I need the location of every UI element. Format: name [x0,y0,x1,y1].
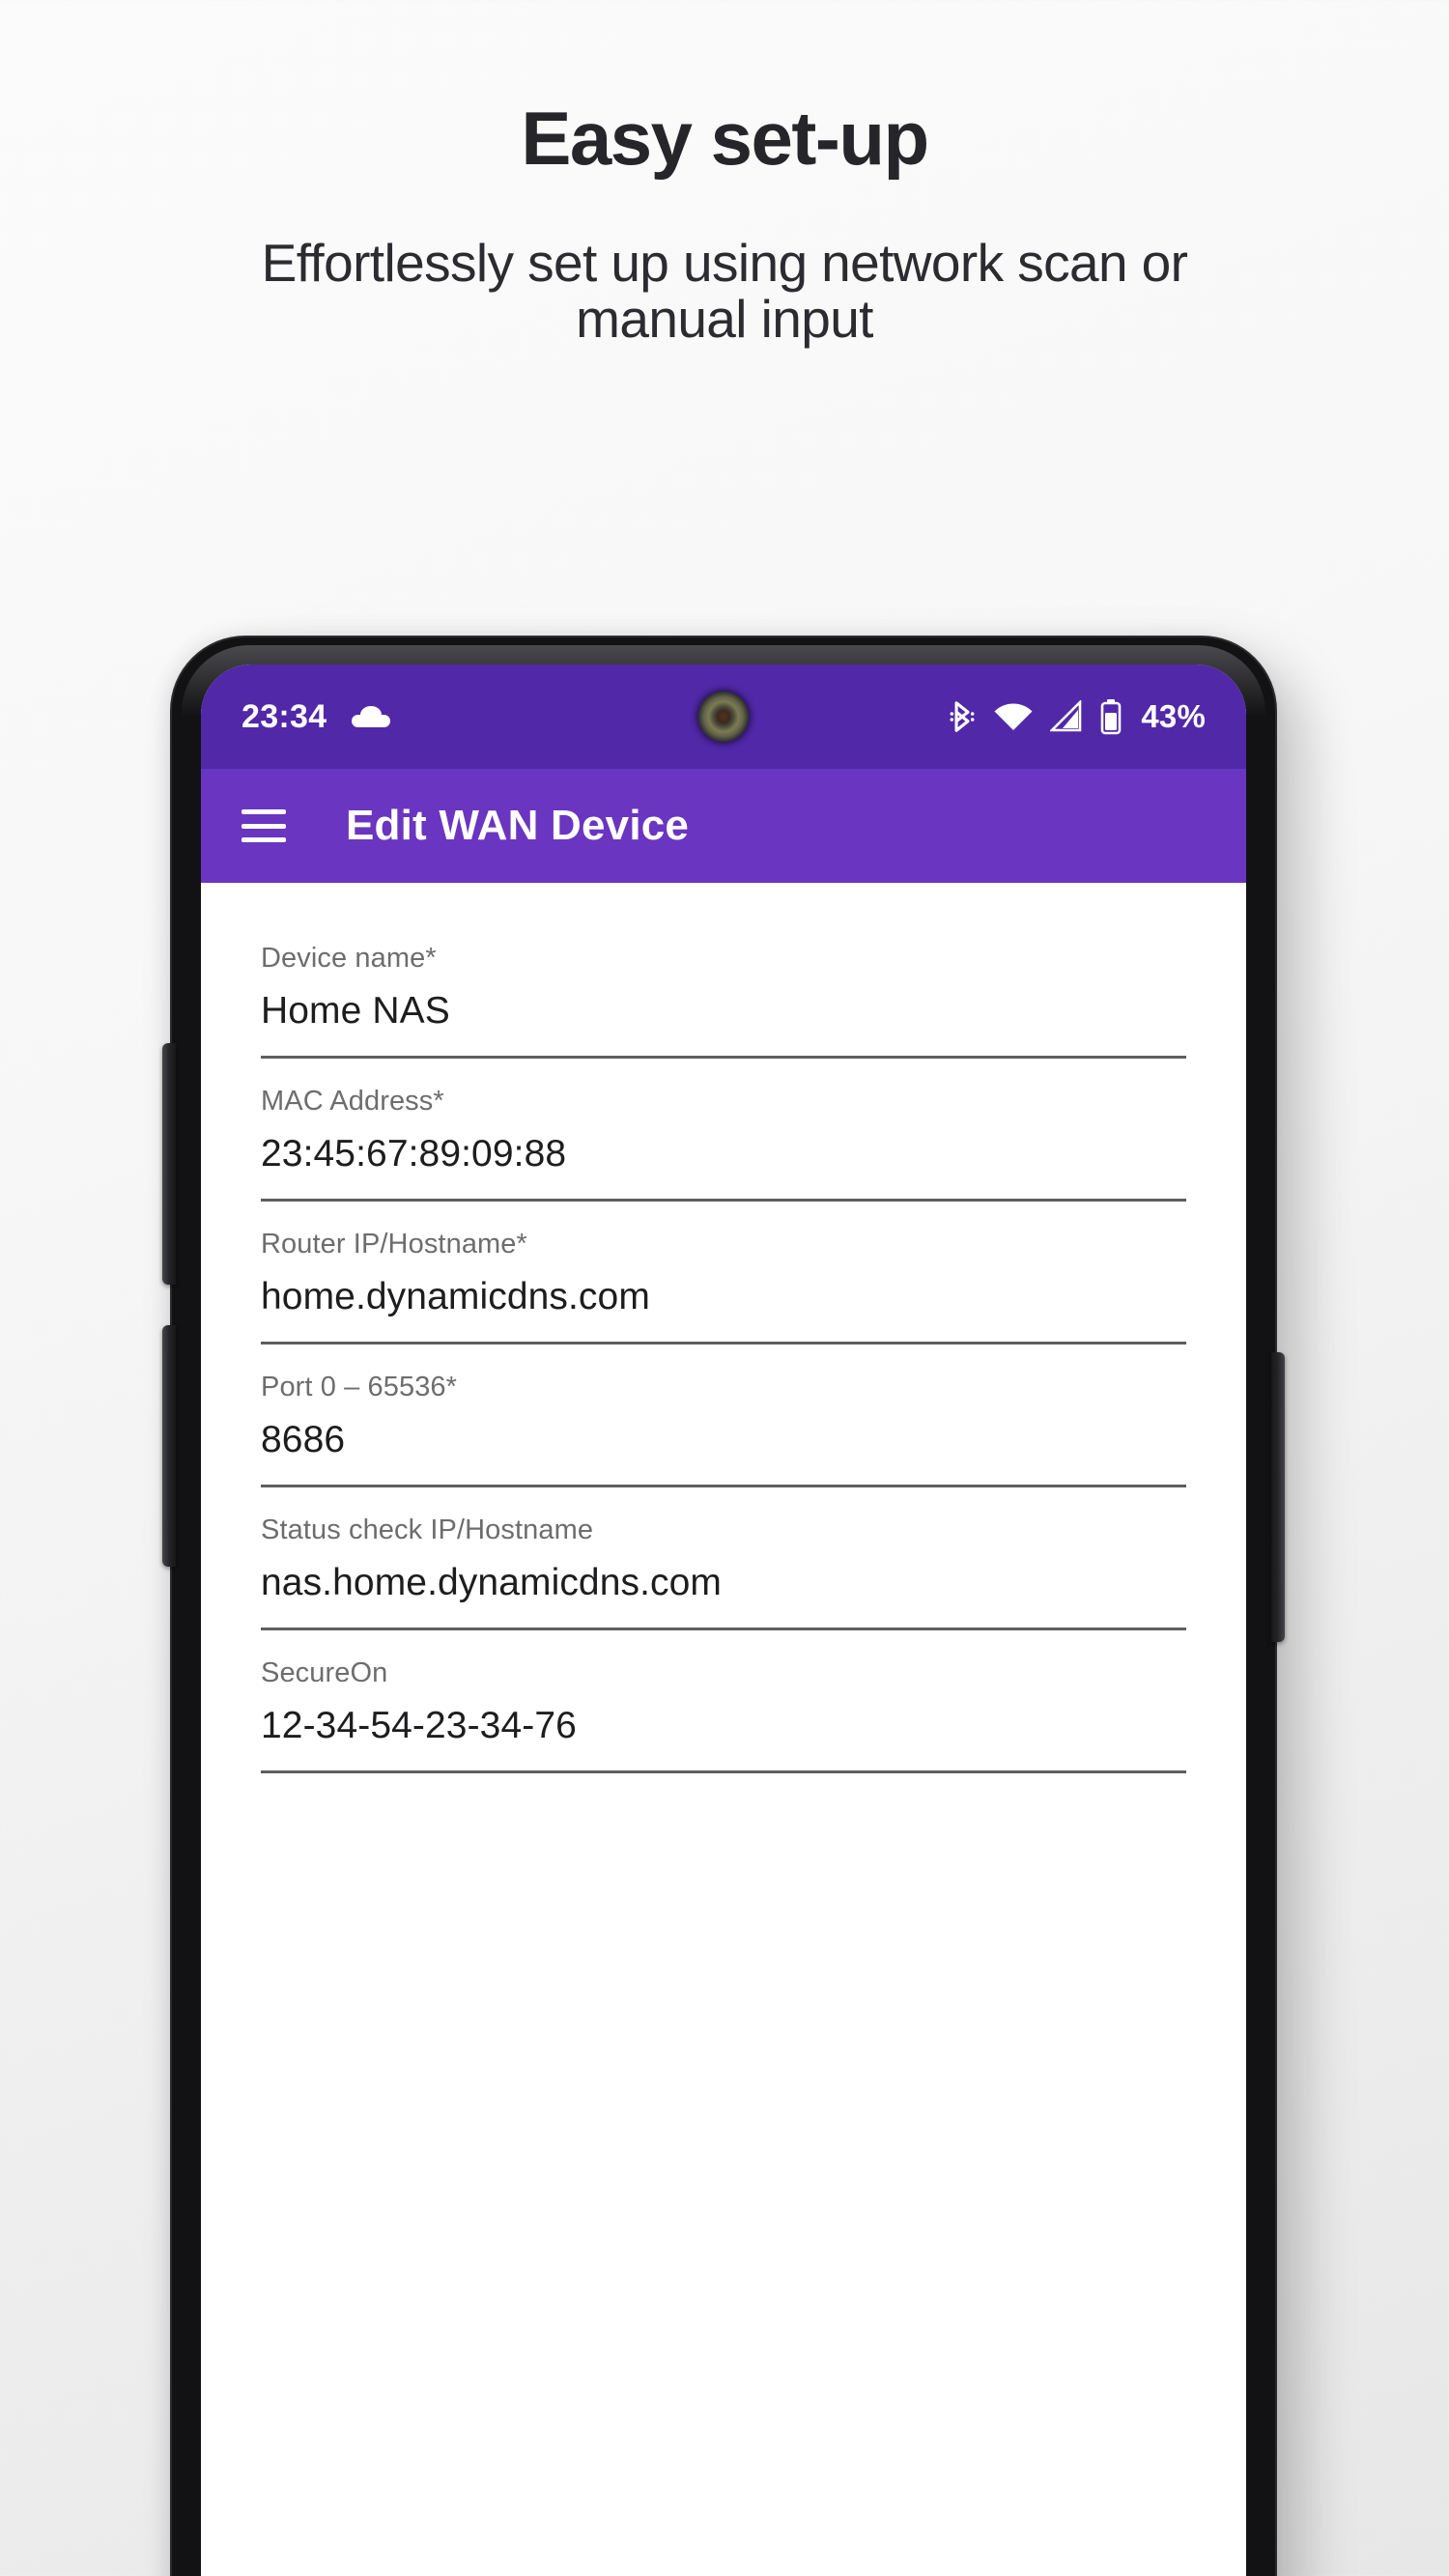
port-input[interactable]: 8686 [261,1416,1186,1465]
promo-subtitle: Effortlessly set up using network scan o… [261,233,1188,349]
status-bar-clock: 23:34 [242,697,327,735]
status-bar: 23:34 43% [201,665,1246,769]
hamburger-line [242,823,286,829]
field-label: Router IP/Hostname* [261,1228,527,1260]
phone-mockup: 23:34 43% Edit WAN Device Device name* H… [162,637,1285,2576]
app-bar-title: Edit WAN Device [346,802,690,849]
mac-address-input[interactable]: 23:45:67:89:09:88 [261,1130,1186,1179]
field-mac-address[interactable]: MAC Address* 23:45:67:89:09:88 [261,1059,1186,1202]
power-button[interactable] [1271,1352,1285,1642]
promo-header: Easy set-up Effortlessly set up using ne… [0,0,1449,348]
field-router-host[interactable]: Router IP/Hostname* home.dynamicdns.com [261,1202,1186,1345]
page-title: Easy set-up [521,96,929,181]
status-check-host-input[interactable]: nas.home.dynamicdns.com [261,1559,1186,1608]
cloud-icon [352,706,391,727]
volume-down-button[interactable] [162,1325,176,1567]
bluetooth-icon [948,698,977,735]
hamburger-line [242,837,286,842]
secureon-input[interactable]: 12-34-54-23-34-76 [261,1702,1186,1751]
cellular-signal-icon [1050,700,1083,733]
status-bar-left: 23:34 [242,697,391,736]
hamburger-menu-icon[interactable] [242,809,286,842]
battery-percent-label: 43% [1141,698,1206,734]
field-status-check-host[interactable]: Status check IP/Hostname nas.home.dynami… [261,1487,1186,1630]
field-label: Port 0 – 65536* [261,1371,458,1402]
router-host-input[interactable]: home.dynamicdns.com [261,1273,1186,1322]
phone-screen: 23:34 43% Edit WAN Device Device name* H… [201,665,1246,2576]
field-label: Status check IP/Hostname [261,1514,594,1545]
field-label: SecureOn [261,1656,388,1688]
field-device-name[interactable]: Device name* Home NAS [261,916,1186,1059]
app-bar: Edit WAN Device [201,769,1246,883]
volume-up-button[interactable] [162,1043,176,1285]
status-bar-right: 43% [948,698,1206,735]
field-secureon[interactable]: SecureOn 12-34-54-23-34-76 [261,1630,1186,1773]
field-label: MAC Address* [261,1085,444,1117]
edit-wan-device-form: Device name* Home NAS MAC Address* 23:45… [201,883,1246,1773]
hamburger-line [242,809,286,814]
battery-icon [1099,698,1122,735]
field-label: Device name* [261,943,437,974]
field-port[interactable]: Port 0 – 65536* 8686 [261,1345,1186,1487]
device-name-input[interactable]: Home NAS [261,987,1186,1036]
wifi-icon [993,700,1034,733]
front-camera-icon [698,692,749,742]
